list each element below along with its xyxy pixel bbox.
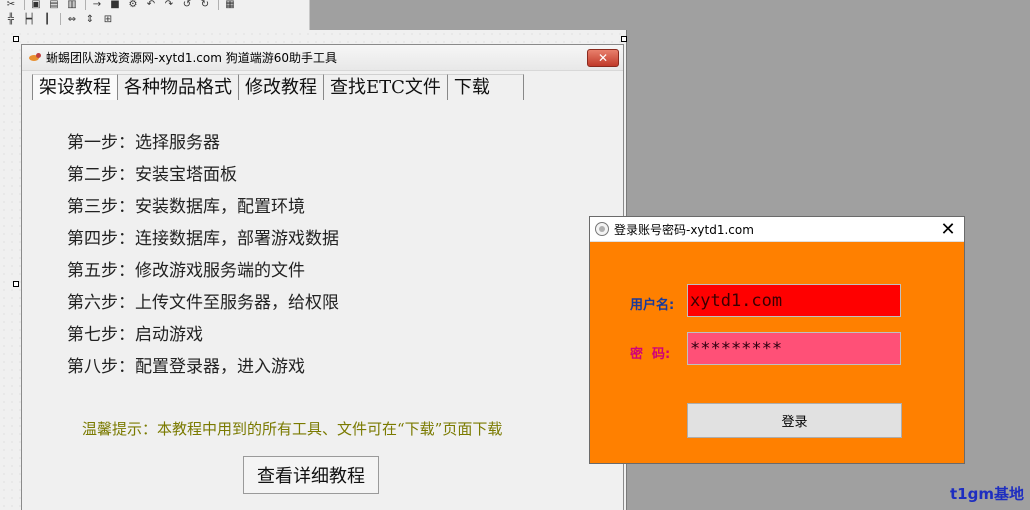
redo-icon[interactable]: ↷	[162, 0, 176, 10]
list-item: 第二步：安装宝塔面板	[67, 165, 237, 185]
resize-handle-left[interactable]	[13, 281, 19, 287]
list-item: 第六步：上传文件至服务器，给权限	[67, 293, 339, 313]
tab-item-formats[interactable]: 各种物品格式	[118, 74, 239, 100]
login-dialog-title: 登录账号密码-xytd1.com	[614, 222, 754, 237]
download-tip: 温馨提示：本教程中用到的所有工具、文件可在“下载”页面下载	[82, 420, 503, 438]
list-item: 第八步：配置登录器，进入游戏	[67, 357, 305, 377]
toolbar-separator	[218, 0, 219, 10]
resize-handle-top-right[interactable]	[621, 36, 627, 42]
main-window-title: 蜥蜴团队游戏资源网-xytd1.com 狗道端游60助手工具	[46, 51, 338, 65]
cut-icon[interactable]: ✂	[4, 0, 18, 10]
list-item: 第五步：修改游戏服务端的文件	[67, 261, 305, 281]
list-item: 第三步：安装数据库，配置环境	[67, 197, 305, 217]
same-size-icon[interactable]: ⊞	[101, 13, 115, 25]
tab-setup-tutorial[interactable]: 架设教程	[32, 74, 118, 100]
close-icon[interactable]: ✕	[940, 219, 956, 240]
main-window: 蜥蜴团队游戏资源网-xytd1.com 狗道端游60助手工具 ✕ 架设教程 各种…	[21, 44, 624, 510]
username-label: 用户名:	[630, 298, 675, 313]
password-label: 密 码:	[630, 347, 671, 362]
setup-steps-list: 第一步：选择服务器 第二步：安装宝塔面板 第三步：安装数据库，配置环境 第四步：…	[67, 127, 339, 383]
close-button[interactable]: ✕	[587, 49, 619, 67]
same-height-icon[interactable]: ⇕	[83, 13, 97, 25]
login-button[interactable]: 登录	[687, 403, 902, 438]
dialog-app-icon	[595, 222, 609, 236]
table-icon[interactable]: ▦	[223, 0, 237, 10]
rotate-right-icon[interactable]: ↻	[198, 0, 212, 10]
arrow-icon[interactable]: →	[90, 0, 104, 10]
frame-icon[interactable]: ▣	[29, 0, 43, 10]
password-input[interactable]: *********	[687, 332, 901, 365]
tab-download[interactable]: 下载	[447, 74, 524, 100]
same-width-icon[interactable]: ⇔	[65, 13, 79, 25]
rotate-left-icon[interactable]: ↺	[180, 0, 194, 10]
site-watermark: t1gm基地	[950, 485, 1024, 503]
stop-icon[interactable]: ■	[108, 0, 122, 10]
main-window-titlebar[interactable]: 蜥蜴团队游戏资源网-xytd1.com 狗道端游60助手工具 ✕	[22, 45, 623, 71]
toolbar-row-2: ╬ ┝┥ ┃ ⇔ ⇕ ⊞	[0, 12, 115, 26]
tab-modify-tutorial[interactable]: 修改教程	[239, 74, 324, 100]
username-input[interactable]: xytd1.com	[687, 284, 901, 317]
grid-icon[interactable]: ▥	[65, 0, 79, 10]
layout-icon[interactable]: ▤	[47, 0, 61, 10]
lizard-app-icon	[28, 52, 42, 64]
align-grid-icon[interactable]: ╬	[4, 13, 18, 25]
gear-icon[interactable]: ⚙	[126, 0, 140, 10]
list-item: 第四步：连接数据库，部署游戏数据	[67, 229, 339, 249]
align-horizontal-icon[interactable]: ┝┥	[22, 13, 36, 25]
designer-toolbar: ✂ ▣ ▤ ▥ → ■ ⚙ ↶ ↷ ↺ ↻ ▦ ╬ ┝┥ ┃ ⇔ ⇕ ⊞	[0, 0, 310, 30]
toolbar-background	[310, 0, 1030, 30]
align-vertical-icon[interactable]: ┃	[40, 13, 54, 25]
tab-find-etc-files[interactable]: 查找ETC文件	[324, 74, 448, 100]
undo-icon[interactable]: ↶	[144, 0, 158, 10]
toolbar-row-1: ✂ ▣ ▤ ▥ → ■ ⚙ ↶ ↷ ↺ ↻ ▦	[0, 0, 237, 11]
login-dialog-titlebar[interactable]: 登录账号密码-xytd1.com ✕	[590, 217, 964, 242]
view-detailed-tutorial-button[interactable]: 查看详细教程	[243, 456, 379, 494]
toolbar-separator	[85, 0, 86, 10]
list-item: 第一步：选择服务器	[67, 133, 220, 153]
resize-handle-top-left[interactable]	[13, 36, 19, 42]
toolbar-separator	[24, 0, 25, 10]
toolbar-separator	[60, 13, 61, 25]
list-item: 第七步：启动游戏	[67, 325, 203, 345]
login-dialog: 登录账号密码-xytd1.com ✕ 用户名: xytd1.com 密 码: *…	[589, 216, 965, 464]
tab-bar: 架设教程 各种物品格式 修改教程 查找ETC文件 下载	[32, 74, 524, 100]
